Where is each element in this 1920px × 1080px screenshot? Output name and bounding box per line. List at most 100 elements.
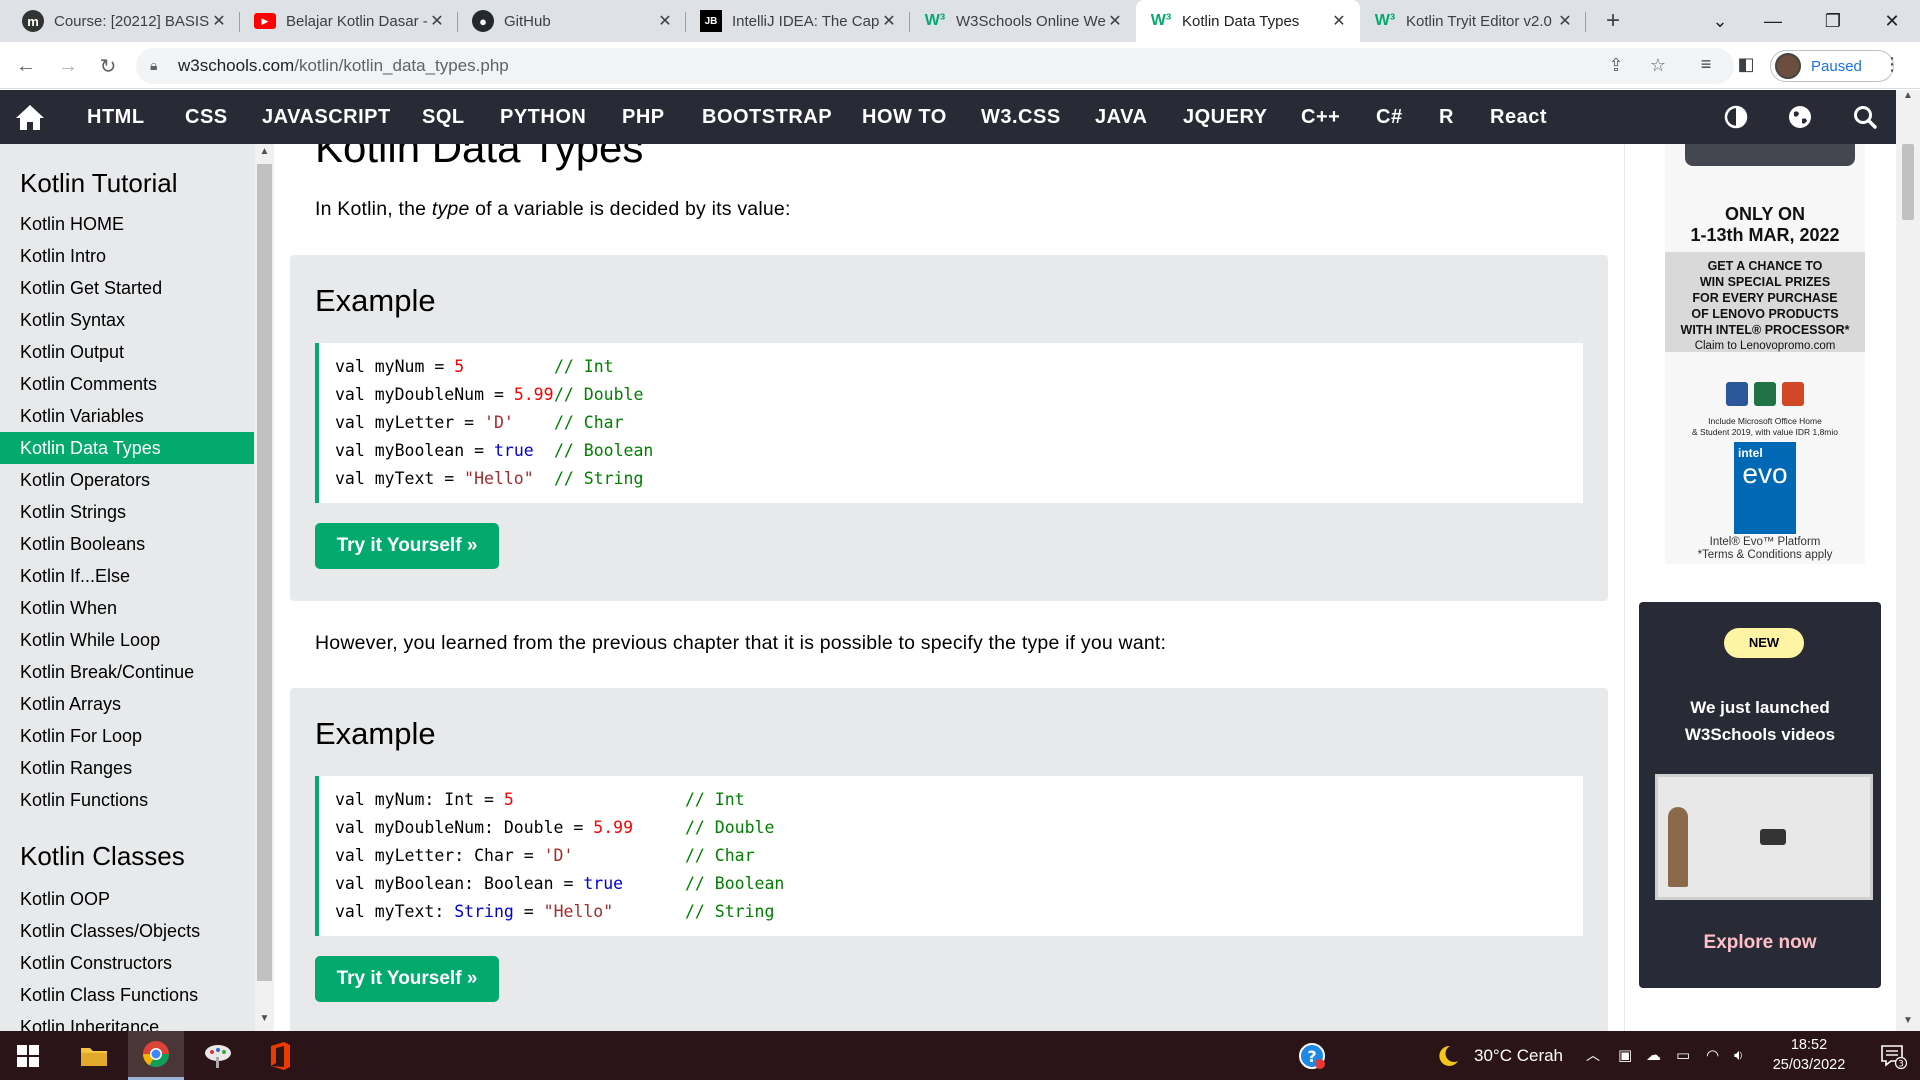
minimize-button[interactable]: — (1745, 0, 1801, 42)
sidebar-item-output[interactable]: Kotlin Output (0, 336, 254, 368)
lenovo-ad-banner[interactable]: ONLY ON 1-13th MAR, 2022 GET A CHANCE TO… (1665, 144, 1865, 564)
clock[interactable]: 18:52 25/03/2022 (1754, 1035, 1864, 1075)
scroll-up-icon[interactable]: ▲ (255, 146, 274, 162)
sidebar-item-booleans[interactable]: Kotlin Booleans (0, 528, 254, 560)
sidebar-item-functions[interactable]: Kotlin Functions (0, 784, 254, 816)
browser-tab[interactable]: W³ Kotlin Tryit Editor v2.0 ✕ (1360, 0, 1586, 42)
sidebar-item-classes-objects[interactable]: Kotlin Classes/Objects (0, 915, 254, 947)
sidebar-item-inheritance[interactable]: Kotlin Inheritance (0, 1011, 254, 1031)
sidebar-item-class-functions[interactable]: Kotlin Class Functions (0, 979, 254, 1011)
share-icon[interactable]: ⇪ (1604, 55, 1628, 79)
sidebar-item-for-loop[interactable]: Kotlin For Loop (0, 720, 254, 752)
home-icon[interactable] (14, 102, 46, 132)
url-text[interactable]: w3schools.com/kotlin/kotlin_data_types.p… (178, 56, 509, 76)
sidebar-item-data-types-active[interactable]: Kotlin Data Types (0, 432, 254, 464)
new-tab-button[interactable]: + (1597, 6, 1629, 38)
office-taskbar-button[interactable] (252, 1031, 308, 1080)
side-panel-icon[interactable]: ◧ (1734, 54, 1758, 78)
scrollbar-thumb[interactable] (257, 164, 272, 981)
scroll-up-icon[interactable]: ▲ (1896, 90, 1920, 106)
sidebar-item-constructors[interactable]: Kotlin Constructors (0, 947, 254, 979)
nav-css[interactable]: CSS (185, 90, 228, 144)
menu-kebab-icon[interactable]: ⋮ (1880, 54, 1904, 78)
browser-tab[interactable]: W³ W3Schools Online We ✕ (910, 0, 1136, 42)
sidebar-item-while-loop[interactable]: Kotlin While Loop (0, 624, 254, 656)
browser-tab-active[interactable]: W³ Kotlin Data Types ✕ (1136, 0, 1360, 42)
sidebar-item-strings[interactable]: Kotlin Strings (0, 496, 254, 528)
dark-mode-icon[interactable] (1723, 104, 1749, 130)
sidebar-item-get-started[interactable]: Kotlin Get Started (0, 272, 254, 304)
nav-java[interactable]: JAVA (1095, 90, 1147, 144)
nav-react[interactable]: React (1490, 90, 1547, 144)
nav-jquery[interactable]: JQUERY (1183, 90, 1268, 144)
sidebar-item-comments[interactable]: Kotlin Comments (0, 368, 254, 400)
browser-tab[interactable]: JB IntelliJ IDEA: The Capa ✕ (686, 0, 910, 42)
nav-csharp[interactable]: C# (1376, 90, 1403, 144)
close-tab-icon[interactable]: ✕ (880, 11, 898, 31)
globe-icon[interactable] (1787, 104, 1813, 130)
close-tab-icon[interactable]: ✕ (210, 11, 228, 31)
reload-icon[interactable]: ↻ (92, 50, 124, 82)
browser-tab[interactable]: ▶ Belajar Kotlin Dasar - ✕ (240, 0, 458, 42)
nav-php[interactable]: PHP (622, 90, 665, 144)
sidebar-item-home[interactable]: Kotlin HOME (0, 208, 254, 240)
volume-icon[interactable]: 🔉︎ (1734, 1031, 1743, 1080)
nav-sql[interactable]: SQL (422, 90, 465, 144)
sidebar-item-when[interactable]: Kotlin When (0, 592, 254, 624)
sidebar-item-intro[interactable]: Kotlin Intro (0, 240, 254, 272)
start-button[interactable] (0, 1031, 56, 1080)
browser-tab[interactable]: ● GitHub ✕ (458, 0, 686, 42)
close-tab-icon[interactable]: ✕ (1556, 11, 1574, 31)
try-it-yourself-button[interactable]: Try it Yourself » (315, 956, 499, 1002)
forward-icon[interactable]: → (52, 50, 84, 82)
explore-now-link[interactable]: Explore now (1639, 932, 1881, 954)
sidebar-item-break-continue[interactable]: Kotlin Break/Continue (0, 656, 254, 688)
sidebar-item-syntax[interactable]: Kotlin Syntax (0, 304, 254, 336)
file-explorer-button[interactable] (66, 1031, 122, 1080)
nav-r[interactable]: R (1439, 90, 1454, 144)
close-tab-icon[interactable]: ✕ (1330, 11, 1348, 31)
page-scrollbar[interactable]: ▲ ▼ (1896, 90, 1920, 1031)
nav-w3css[interactable]: W3.CSS (981, 90, 1061, 144)
help-tray-button[interactable]: ? (1284, 1031, 1340, 1080)
sidebar-item-ranges[interactable]: Kotlin Ranges (0, 752, 254, 784)
cloud-icon[interactable]: ☁ (1646, 1031, 1661, 1080)
play-icon[interactable] (1760, 829, 1786, 845)
nav-python[interactable]: PYTHON (500, 90, 586, 144)
search-icon[interactable] (1852, 104, 1878, 130)
bookmark-star-icon[interactable]: ☆ (1646, 55, 1670, 79)
tab-search-icon[interactable]: ⌄ (1692, 0, 1748, 42)
nav-javascript[interactable]: JAVASCRIPT (262, 90, 391, 144)
scroll-down-icon[interactable]: ▼ (1896, 1015, 1920, 1031)
sidebar-scrollbar[interactable]: ▲ ▼ (255, 144, 274, 1031)
weather-text[interactable]: 30°C Cerah (1474, 1031, 1563, 1080)
app-taskbar-button[interactable] (190, 1031, 246, 1080)
try-it-yourself-button[interactable]: Try it Yourself » (315, 523, 499, 569)
sidebar-item-arrays[interactable]: Kotlin Arrays (0, 688, 254, 720)
video-thumbnail[interactable] (1655, 774, 1873, 900)
nav-bootstrap[interactable]: BOOTSTRAP (702, 90, 832, 144)
close-tab-icon[interactable]: ✕ (428, 11, 446, 31)
nav-howto[interactable]: HOW TO (862, 90, 947, 144)
sidebar-item-variables[interactable]: Kotlin Variables (0, 400, 254, 432)
browser-tab[interactable]: m Course: [20212] BASIS ✕ (8, 0, 240, 42)
close-window-button[interactable]: ✕ (1864, 0, 1920, 42)
address-bar[interactable]: 🔒︎ w3schools.com/kotlin/kotlin_data_type… (136, 48, 1734, 84)
reading-list-icon[interactable]: ≡ (1694, 54, 1718, 78)
profile-button[interactable]: Paused (1770, 50, 1894, 82)
meet-icon[interactable]: ▣ (1618, 1031, 1632, 1080)
back-icon[interactable]: ← (10, 50, 42, 82)
close-tab-icon[interactable]: ✕ (1106, 11, 1124, 31)
sidebar-item-oop[interactable]: Kotlin OOP (0, 883, 254, 915)
tray-chevron-icon[interactable]: ︿ (1586, 1031, 1600, 1080)
scrollbar-thumb[interactable] (1902, 144, 1914, 220)
close-tab-icon[interactable]: ✕ (656, 11, 674, 31)
lock-icon[interactable]: 🔒︎ (150, 57, 168, 75)
chrome-taskbar-button[interactable] (128, 1031, 184, 1080)
nav-html[interactable]: HTML (87, 90, 145, 144)
battery-icon[interactable]: ▭ (1676, 1031, 1690, 1080)
scroll-down-icon[interactable]: ▼ (255, 1013, 274, 1029)
weather-moon-icon[interactable] (1434, 1043, 1460, 1069)
notifications-button[interactable]: 3 (1866, 1031, 1920, 1080)
sidebar-item-if-else[interactable]: Kotlin If...Else (0, 560, 254, 592)
